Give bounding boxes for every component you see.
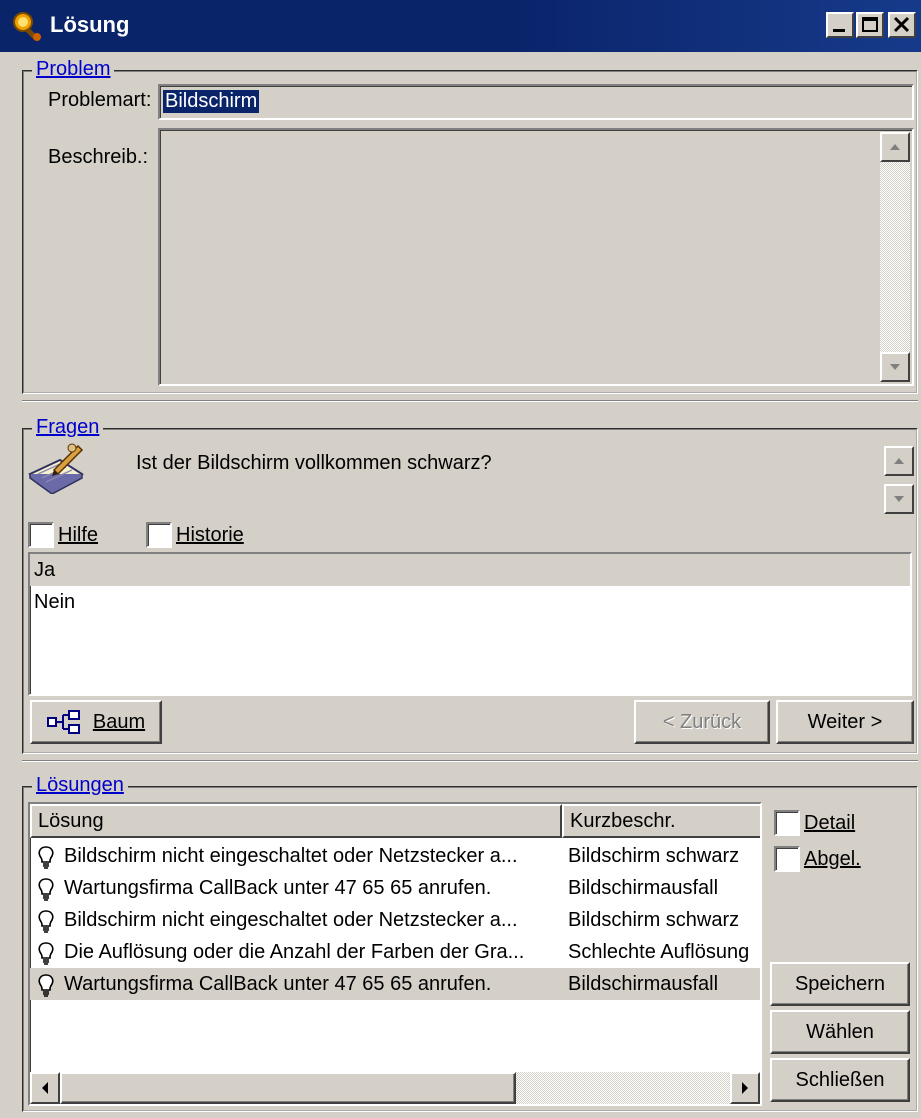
arrow-right-icon xyxy=(742,1082,748,1094)
problem-type-value: Bildschirm xyxy=(163,90,260,113)
problem-type-field[interactable]: Bildschirm xyxy=(158,84,914,120)
splitter[interactable] xyxy=(22,400,918,402)
solution-cell: Wartungsfirma CallBack unter 47 65 65 an… xyxy=(64,877,492,899)
answers-list[interactable]: Ja Nein xyxy=(28,552,912,696)
help-checkbox[interactable] xyxy=(28,522,54,548)
question-prev-button[interactable] xyxy=(884,446,914,476)
title-bar[interactable] xyxy=(0,0,921,52)
tree-icon xyxy=(46,710,80,734)
solutions-legend: Lösungen xyxy=(32,774,128,797)
short-description-cell: Bildschirm schwarz xyxy=(568,845,740,867)
short-description-cell: Bildschirm schwarz xyxy=(568,909,740,931)
detail-label: Detail xyxy=(804,812,856,834)
lightbulb-icon xyxy=(38,909,54,933)
splitter[interactable] xyxy=(22,760,918,762)
detail-checkbox[interactable] xyxy=(774,810,800,836)
done-checkbox[interactable] xyxy=(774,846,800,872)
arrow-up-icon xyxy=(894,458,904,464)
close-window-button[interactable] xyxy=(888,12,916,38)
scroll-down-button[interactable] xyxy=(880,352,910,382)
done-label: Abgel. xyxy=(804,848,861,870)
solution-cell: Bildschirm nicht eingeschaltet oder Netz… xyxy=(64,845,518,867)
scroll-up-button[interactable] xyxy=(880,132,910,162)
solution-cell: Wartungsfirma CallBack unter 47 65 65 an… xyxy=(64,973,492,995)
solutions-table[interactable]: Lösung Kurzbeschr. Bildschirm nicht eing… xyxy=(28,802,762,1106)
questionnaire-icon xyxy=(24,440,88,495)
description-label: Beschreib.: xyxy=(48,146,149,168)
help-label: Hilfe xyxy=(58,524,99,546)
choose-button[interactable]: Wählen xyxy=(770,1010,910,1054)
history-checkbox[interactable] xyxy=(146,522,172,548)
answer-item-yes[interactable]: Ja xyxy=(30,554,910,586)
table-row[interactable]: Bildschirm nicht eingeschaltet oder Netz… xyxy=(30,904,760,936)
column-header-short[interactable]: Kurzbeschr. xyxy=(562,804,760,838)
arrow-down-icon xyxy=(890,364,900,370)
arrow-left-icon xyxy=(42,1082,48,1094)
back-button[interactable]: < Zurück xyxy=(634,700,770,744)
question-next-scroll-button[interactable] xyxy=(884,484,914,514)
arrow-down-icon xyxy=(894,496,904,502)
minimize-button[interactable] xyxy=(826,12,854,38)
scroll-left-button[interactable] xyxy=(30,1072,60,1104)
maximize-icon xyxy=(862,17,878,32)
problem-legend: Problem xyxy=(32,58,115,81)
questions-legend: Fragen xyxy=(32,416,104,439)
lightbulb-icon xyxy=(38,845,54,869)
question-text: Ist der Bildschirm vollkommen schwarz? xyxy=(136,452,492,474)
close-icon xyxy=(893,16,910,33)
table-row[interactable]: Bildschirm nicht eingeschaltet oder Netz… xyxy=(30,840,760,872)
answer-item-no[interactable]: Nein xyxy=(30,586,910,618)
maximize-button[interactable] xyxy=(856,12,884,38)
scroll-thumb[interactable] xyxy=(60,1072,516,1104)
table-row[interactable]: Wartungsfirma CallBack unter 47 65 65 an… xyxy=(30,968,760,1000)
problem-type-label: Problemart: xyxy=(48,89,152,111)
lightbulb-icon xyxy=(38,877,54,901)
lightbulb-icon xyxy=(38,941,54,965)
window-title: Lösung xyxy=(50,12,130,37)
app-icon xyxy=(10,9,44,43)
short-description-cell: Bildschirmausfall xyxy=(568,973,719,995)
save-button[interactable]: Speichern xyxy=(770,962,910,1006)
minimize-icon xyxy=(833,29,845,32)
solution-cell: Die Auflösung oder die Anzahl der Farben… xyxy=(64,941,525,963)
next-button[interactable]: Weiter > xyxy=(776,700,914,744)
solution-cell: Bildschirm nicht eingeschaltet oder Netz… xyxy=(64,909,518,931)
scroll-right-button[interactable] xyxy=(730,1072,760,1104)
solutions-rows: Bildschirm nicht eingeschaltet oder Netz… xyxy=(30,840,760,1000)
short-description-cell: Schlechte Auflösung xyxy=(568,941,750,963)
lightbulb-icon xyxy=(38,973,54,997)
tree-button[interactable]: Baum xyxy=(30,700,162,744)
short-description-cell: Bildschirmausfall xyxy=(568,877,719,899)
scroll-track[interactable] xyxy=(516,1072,730,1104)
close-button[interactable]: Schließen xyxy=(770,1058,910,1102)
arrow-up-icon xyxy=(890,144,900,150)
history-label: Historie xyxy=(176,524,244,546)
table-row[interactable]: Die Auflösung oder die Anzahl der Farben… xyxy=(30,936,760,968)
table-row[interactable]: Wartungsfirma CallBack unter 47 65 65 an… xyxy=(30,872,760,904)
description-scrollbar[interactable] xyxy=(880,132,910,382)
horizontal-scrollbar[interactable] xyxy=(30,1072,760,1104)
column-header-solution[interactable]: Lösung xyxy=(30,804,562,838)
description-field[interactable] xyxy=(158,128,914,386)
